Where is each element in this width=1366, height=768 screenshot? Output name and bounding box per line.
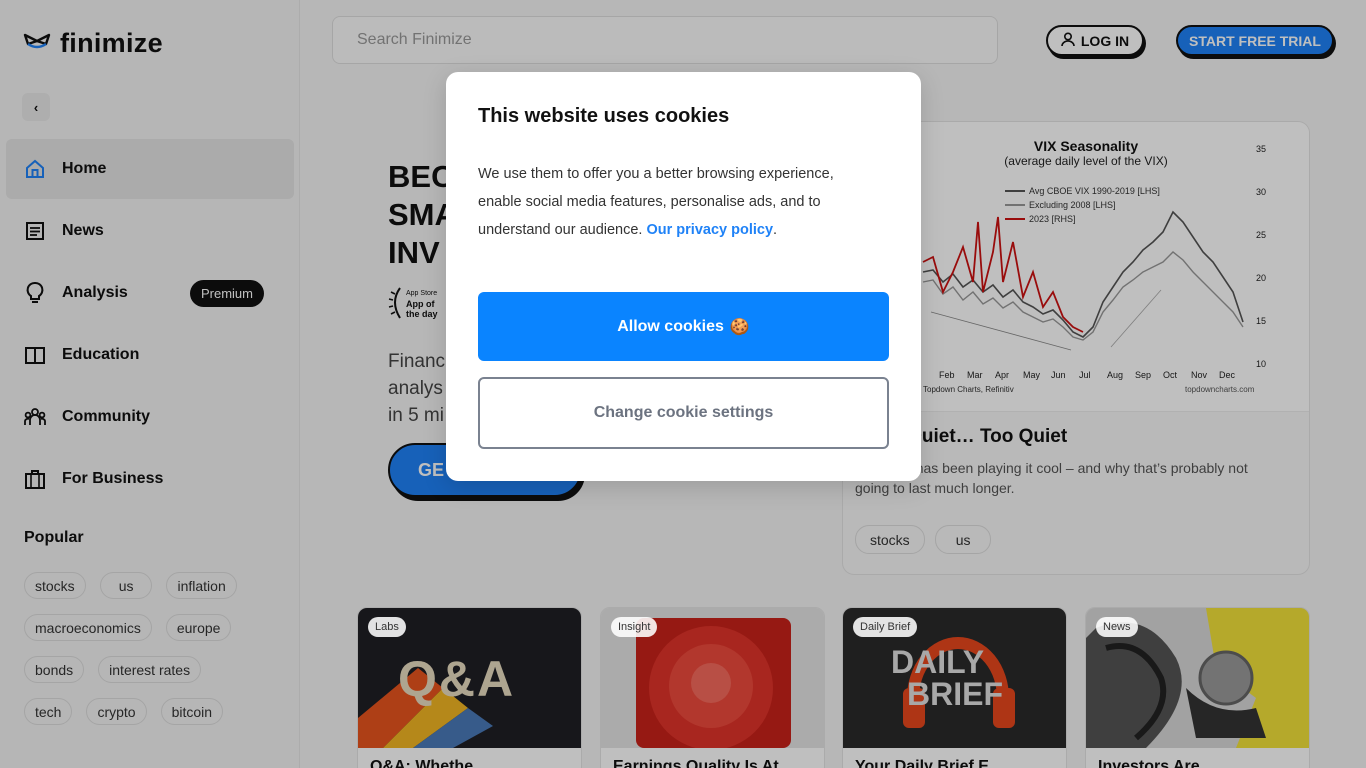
cookie-consent-dialog: This website uses cookies We use them to… [446, 72, 921, 481]
change-cookie-settings-button[interactable]: Change cookie settings [478, 377, 889, 449]
card-label: Insight [611, 617, 658, 637]
card-label: Labs [368, 617, 406, 637]
allow-cookies-label: Allow cookies [617, 317, 724, 335]
policy-suffix: . [773, 222, 778, 238]
cookie-dialog-text: We use them to offer you a better browsi… [478, 160, 878, 244]
allow-cookies-button[interactable]: Allow cookies 🍪 [478, 292, 889, 361]
card-label: Daily Brief [853, 617, 918, 637]
card-label: News [1096, 617, 1138, 637]
cookie-icon: 🍪 [729, 318, 750, 336]
cookie-dialog-title: This website uses cookies [478, 105, 730, 127]
privacy-policy-link[interactable]: Our privacy policy [647, 222, 774, 238]
